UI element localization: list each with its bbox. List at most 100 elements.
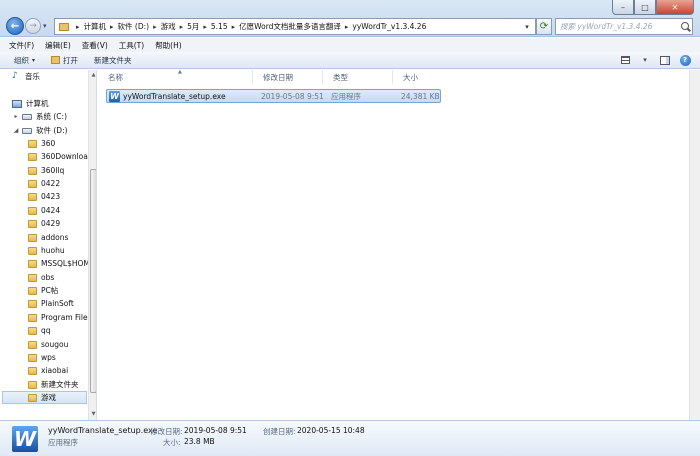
search-input[interactable]: 搜索 yyWordTr_v1.3.4.26 (555, 18, 693, 35)
file-list-scrollbar[interactable] (689, 70, 700, 420)
menu-tools[interactable]: 工具(T) (119, 40, 144, 51)
breadcrumb-separator[interactable]: ▸ (76, 23, 80, 31)
nav-folder-games[interactable]: 游戏 (2, 391, 87, 404)
nav-folder-360download[interactable]: 360Download (28, 150, 93, 163)
expand-icon[interactable]: ▸ (12, 113, 20, 120)
maximize-button[interactable]: □ (634, 0, 656, 15)
folder-icon (28, 353, 37, 362)
menu-view[interactable]: 查看(V) (82, 40, 108, 51)
breadcrumb-separator[interactable]: ▸ (180, 23, 184, 31)
folder-icon (28, 286, 37, 295)
nav-folder-360llq[interactable]: 360llq (28, 164, 64, 177)
recent-locations-button[interactable]: ▾ (43, 22, 47, 30)
scroll-thumb[interactable] (90, 169, 96, 393)
column-header-modified[interactable]: 修改日期 (253, 70, 323, 84)
folder-icon (28, 246, 37, 255)
nav-folder-mssql[interactable]: MSSQL$HOM (28, 257, 90, 270)
nav-folder-0429[interactable]: 0429 (28, 217, 60, 230)
nav-folder-0422[interactable]: 0422 (28, 177, 60, 190)
folder-icon (28, 179, 37, 188)
folder-icon (28, 340, 37, 349)
nav-folder-plainsoft[interactable]: PlainSoft (28, 297, 74, 310)
nav-item-drive-c[interactable]: ▸ 系统 (C:) (12, 110, 67, 123)
nav-item-drive-d[interactable]: ◢ 软件 (D:) (12, 124, 68, 137)
back-button[interactable]: ← (6, 17, 24, 35)
new-folder-button[interactable]: 新建文件夹 (94, 55, 132, 66)
column-header-label: 类型 (333, 72, 348, 82)
nav-folder-new[interactable]: 新建文件夹 (28, 378, 79, 391)
nav-item-computer[interactable]: 计算机 (12, 97, 49, 110)
menu-help[interactable]: 帮助(H) (155, 40, 182, 51)
search-placeholder: 搜索 yyWordTr_v1.3.4.26 (560, 22, 653, 31)
column-header-size[interactable]: 大小 (393, 70, 443, 84)
breadcrumb-separator[interactable]: ▸ (153, 23, 157, 31)
breadcrumb-separator[interactable]: ▸ (110, 23, 114, 31)
menu-edit[interactable]: 编辑(E) (45, 40, 71, 51)
breadcrumb-may[interactable]: ▸ 5月 (176, 21, 200, 32)
breadcrumb-separator[interactable]: ▸ (203, 23, 207, 31)
folder-icon (28, 299, 37, 308)
nav-item-label: PC帖 (41, 286, 59, 295)
details-size-label: 大小: (163, 438, 181, 447)
folder-icon (28, 259, 37, 268)
open-button[interactable]: 打开 (51, 55, 78, 66)
breadcrumb-label: 游戏 (160, 22, 176, 31)
nav-folder-wps[interactable]: wps (28, 351, 56, 364)
help-button[interactable]: ? (678, 54, 692, 66)
nav-item-label: addons (41, 233, 69, 242)
folder-icon (28, 206, 37, 215)
close-button[interactable]: ✕ (656, 0, 694, 15)
column-header-type[interactable]: 类型 (323, 70, 393, 84)
nav-folder-xiaobai[interactable]: xiaobai (28, 364, 68, 377)
nav-folder-0424[interactable]: 0424 (28, 204, 60, 217)
breadcrumb-translator[interactable]: ▸ 亿愿Word文档批量多语言翻译 (228, 21, 341, 32)
back-arrow-icon: ← (10, 20, 20, 32)
scroll-down-arrow[interactable]: ▼ (90, 410, 96, 418)
preview-pane-button[interactable] (658, 54, 672, 66)
column-header-name[interactable]: 名称 ▲ (98, 69, 253, 84)
folder-icon (28, 273, 37, 282)
breadcrumb-separator[interactable]: ▸ (232, 23, 236, 31)
view-options-button[interactable]: ▾ (638, 54, 652, 66)
scroll-up-arrow[interactable]: ▲ (90, 71, 96, 79)
nav-folder-0423[interactable]: 0423 (28, 190, 60, 203)
nav-folder-qq[interactable]: qq (28, 324, 51, 337)
breadcrumb-drive-d[interactable]: ▸ 软件 (D:) (106, 21, 149, 32)
forward-arrow-icon: → (29, 21, 37, 31)
menu-bar: 文件(F) 编辑(E) 查看(V) 工具(T) 帮助(H) (0, 38, 700, 52)
address-dropdown-button[interactable]: ▾ (522, 18, 532, 35)
nav-folder-program-files[interactable]: Program Files (28, 311, 92, 324)
breadcrumb-label: yyWordTr_v1.3.4.26 (352, 22, 427, 31)
nav-item-label: sougou (41, 340, 69, 349)
menu-file[interactable]: 文件(F) (9, 40, 34, 51)
organize-button[interactable]: 组织 ▾ (14, 55, 35, 66)
forward-button[interactable]: → (25, 18, 41, 34)
file-row[interactable]: W yyWordTranslate_setup.exe 2019-05-08 9… (106, 89, 441, 103)
column-header-label: 名称 (108, 72, 123, 82)
breadcrumb-games[interactable]: ▸ 游戏 (149, 21, 176, 32)
minimize-button[interactable]: – (612, 0, 634, 15)
breadcrumb-current-folder[interactable]: ▸ yyWordTr_v1.3.4.26 (341, 22, 426, 31)
nav-folder-pc[interactable]: PC帖 (28, 284, 58, 297)
address-bar[interactable]: ▸ 计算机 ▸ 软件 (D:) ▸ 游戏 ▸ 5月 ▸ 5.15 ▸ 亿愿Word文档批量多… (54, 18, 536, 35)
search-icon[interactable] (678, 20, 692, 34)
nav-folder-addons[interactable]: addons (28, 231, 68, 244)
nav-item-label: PlainSoft (41, 299, 74, 308)
breadcrumb-label: 5月 (187, 22, 200, 31)
file-list: 名称 ▲ 修改日期 类型 大小 W yyWordTranslate_setup.… (98, 69, 688, 420)
nav-item-label: 软件 (D:) (36, 126, 68, 135)
breadcrumb-computer[interactable]: ▸ 计算机 (72, 21, 106, 32)
nav-item-music[interactable]: ♪ 音乐 (12, 70, 40, 83)
nav-folder-360[interactable]: 360 (28, 137, 55, 150)
nav-folder-huohu[interactable]: huohu (28, 244, 65, 257)
change-view-button[interactable] (618, 54, 632, 66)
nav-folder-sougou[interactable]: sougou (28, 338, 68, 351)
nav-scrollbar[interactable]: ▲ ▼ (88, 70, 96, 420)
application-icon: W (109, 90, 120, 102)
nav-folder-obs[interactable]: obs (28, 271, 54, 284)
nav-item-label: qq (41, 326, 51, 335)
breadcrumb-5-15[interactable]: ▸ 5.15 (199, 22, 227, 31)
refresh-button[interactable]: ⟳ (536, 18, 552, 35)
collapse-icon[interactable]: ◢ (12, 127, 20, 134)
breadcrumb-separator[interactable]: ▸ (345, 23, 349, 31)
